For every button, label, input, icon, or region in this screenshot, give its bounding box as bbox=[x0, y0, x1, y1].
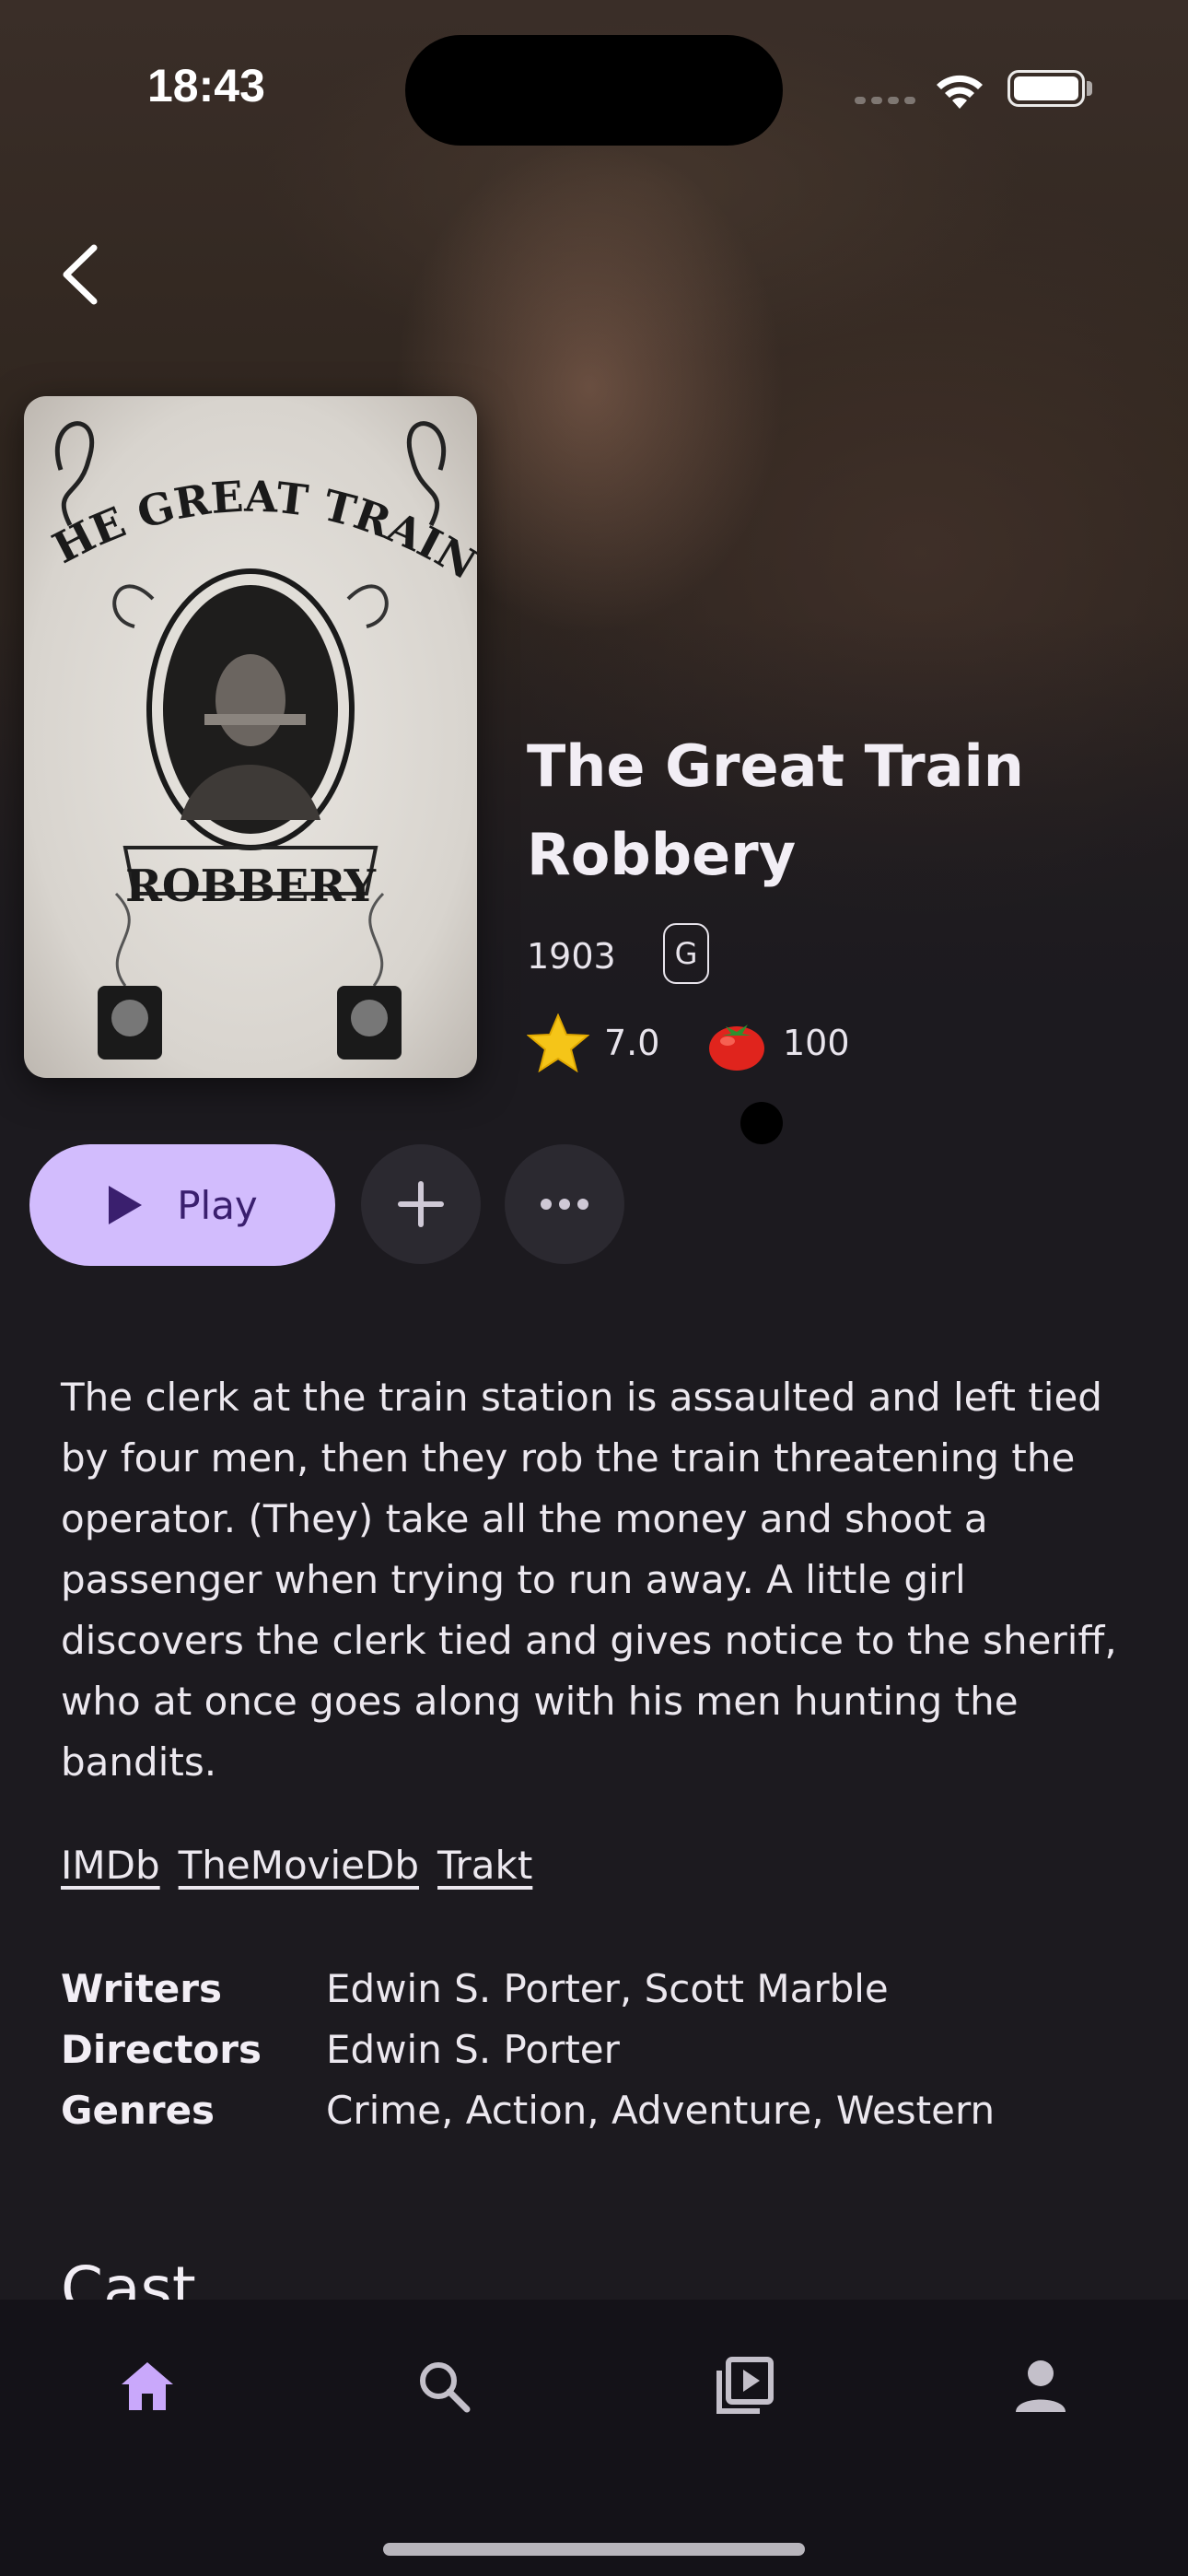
more-options-button[interactable] bbox=[505, 1144, 624, 1264]
themoviedb-link[interactable]: TheMovieDb bbox=[179, 1843, 419, 1888]
movie-overview: The clerk at the train station is assaul… bbox=[61, 1375, 1117, 1785]
poster-title-top: THE GREAT TRAIN bbox=[24, 396, 477, 590]
credit-key: Writers bbox=[61, 1966, 222, 2011]
profile-icon bbox=[1016, 2360, 1066, 2412]
trakt-link[interactable]: Trakt bbox=[437, 1843, 532, 1888]
add-to-list-button[interactable] bbox=[361, 1144, 481, 1264]
community-rating: 7.0 bbox=[527, 1013, 659, 1072]
imdb-link[interactable]: IMDb bbox=[61, 1843, 160, 1888]
credit-value: Edwin S. Porter, Scott Marble bbox=[326, 1966, 889, 2011]
play-icon bbox=[109, 1186, 143, 1224]
plus-icon bbox=[398, 1181, 444, 1227]
movie-poster: THE GREAT TRAIN ROBBERY bbox=[24, 396, 477, 1078]
play-button[interactable]: Play bbox=[29, 1144, 335, 1266]
svg-text:THE GREAT TRAIN: THE GREAT TRAIN bbox=[24, 396, 477, 590]
battery-tip bbox=[1087, 81, 1092, 96]
poster-artwork: THE GREAT TRAIN ROBBERY bbox=[24, 396, 477, 1060]
community-score: 7.0 bbox=[604, 1023, 660, 1063]
nav-home[interactable] bbox=[92, 2340, 203, 2432]
home-indicator[interactable] bbox=[383, 2543, 805, 2556]
poster-title-bottom: ROBBERY bbox=[125, 861, 377, 912]
battery-icon bbox=[1007, 70, 1085, 107]
credit-row-genres: Genres Crime, Action, Adventure, Western bbox=[61, 2080, 995, 2141]
more-horizontal-icon bbox=[541, 1199, 588, 1210]
nav-profile[interactable] bbox=[985, 2340, 1096, 2432]
external-links: IMDb TheMovieDb Trakt bbox=[61, 1843, 532, 1888]
nav-library[interactable] bbox=[689, 2340, 799, 2432]
search-icon bbox=[420, 2362, 471, 2413]
content-rating-badge: G bbox=[663, 923, 709, 984]
library-icon bbox=[716, 2357, 774, 2414]
credit-key: Genres bbox=[61, 2088, 215, 2133]
chevron-left-icon bbox=[63, 244, 98, 305]
dynamic-island bbox=[405, 35, 783, 146]
critic-score: 100 bbox=[783, 1023, 850, 1063]
home-icon bbox=[122, 2362, 173, 2410]
credit-row-writers: Writers Edwin S. Porter, Scott Marble bbox=[61, 1959, 995, 2020]
pager-dot bbox=[740, 1102, 783, 1144]
credit-row-directors: Directors Edwin S. Porter bbox=[61, 2020, 995, 2080]
credit-key: Directors bbox=[61, 2027, 262, 2072]
credits-table: Writers Edwin S. Porter, Scott Marble Di… bbox=[61, 1959, 995, 2141]
credit-value: Crime, Action, Adventure, Western bbox=[326, 2088, 996, 2133]
tomato-icon bbox=[709, 1025, 764, 1071]
release-year: 1903 bbox=[527, 936, 616, 977]
back-button[interactable] bbox=[52, 238, 107, 311]
critic-rating: 100 bbox=[705, 1013, 850, 1072]
star-icon bbox=[527, 1013, 589, 1072]
bottom-navigation-bar bbox=[0, 2300, 1188, 2576]
wifi-icon bbox=[932, 68, 987, 114]
nav-search[interactable] bbox=[389, 2340, 499, 2432]
cellular-signal-icon bbox=[855, 97, 915, 104]
play-label: Play bbox=[177, 1182, 258, 1228]
status-time: 18:43 bbox=[147, 60, 265, 111]
movie-title: The Great Train Robbery bbox=[527, 732, 1024, 888]
credit-value: Edwin S. Porter bbox=[326, 2027, 620, 2072]
